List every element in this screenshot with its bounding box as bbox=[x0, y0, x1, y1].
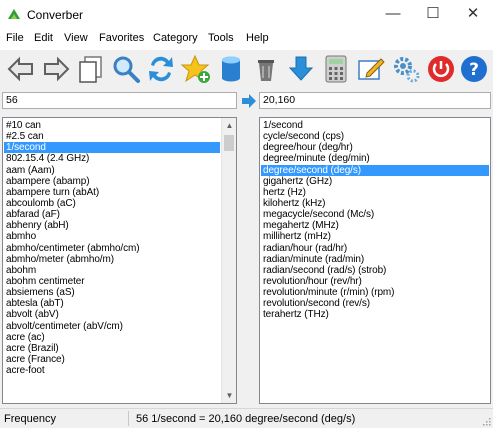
menu-help[interactable]: Help bbox=[246, 32, 269, 44]
to-units-list[interactable]: 1/second cycle/second (cps) degree/hour (d… bbox=[259, 117, 491, 404]
help-icon[interactable]: ? bbox=[458, 53, 490, 85]
trash-icon[interactable] bbox=[250, 53, 282, 85]
scroll-up-icon[interactable]: ▲ bbox=[222, 118, 236, 133]
convert-arrow-icon[interactable] bbox=[241, 94, 257, 108]
to-unit-list-item[interactable]: terahertz (THz) bbox=[261, 309, 489, 320]
from-unit-list-item[interactable]: 1/second bbox=[4, 142, 220, 154]
to-unit-list-item[interactable]: revolution/hour (rev/hr) bbox=[261, 276, 489, 287]
to-unit-list-item[interactable]: 1/second bbox=[261, 120, 489, 131]
from-unit-list-item[interactable]: abohm bbox=[4, 265, 220, 276]
search-icon[interactable] bbox=[110, 53, 142, 85]
from-unit-list-item[interactable]: absiemens (aS) bbox=[4, 287, 220, 298]
menu-category[interactable]: Category bbox=[153, 32, 198, 44]
to-unit-list-item[interactable]: hertz (Hz) bbox=[261, 187, 489, 198]
from-unit-list-item[interactable]: abmho/meter (abmho/m) bbox=[4, 254, 220, 265]
to-unit-list-item[interactable]: radian/hour (rad/hr) bbox=[261, 243, 489, 254]
from-unit-list-item[interactable]: abvolt/centimeter (abV/cm) bbox=[4, 321, 220, 332]
from-unit-list-item[interactable]: abampere turn (abAt) bbox=[4, 187, 220, 198]
to-unit-list-item[interactable]: degree/minute (deg/min) bbox=[261, 153, 489, 164]
window-title: Converber bbox=[27, 8, 84, 22]
from-unit-list-item[interactable]: 802.15.4 (2.4 GHz) bbox=[4, 153, 220, 164]
close-button[interactable]: ✕ bbox=[453, 0, 493, 30]
menu-view[interactable]: View bbox=[64, 32, 88, 44]
download-icon[interactable] bbox=[285, 53, 317, 85]
calculator-icon[interactable] bbox=[320, 53, 352, 85]
scroll-thumb[interactable] bbox=[224, 135, 234, 151]
from-unit-list-item[interactable]: abampere (abamp) bbox=[4, 176, 220, 187]
menu-edit[interactable]: Edit bbox=[34, 32, 53, 44]
to-unit-list-item[interactable]: megahertz (MHz) bbox=[261, 220, 489, 231]
maximize-button[interactable]: ☐ bbox=[413, 0, 453, 30]
to-unit-list-item[interactable]: radian/second (rad/s) (strob) bbox=[261, 265, 489, 276]
status-result: 56 1/second = 20,160 degree/second (deg/… bbox=[136, 413, 356, 425]
to-unit-list-item[interactable]: radian/minute (rad/min) bbox=[261, 254, 489, 265]
from-unit-list-item[interactable]: abhenry (abH) bbox=[4, 220, 220, 231]
from-list-scrollbar[interactable]: ▲ ▼ bbox=[221, 118, 236, 403]
from-unit-list-item[interactable]: #10 can bbox=[4, 120, 220, 131]
from-units-list[interactable]: #10 can #2.5 can 1/second 802.15.4 (2.4 GHz… bbox=[2, 117, 237, 404]
from-unit-list-item[interactable]: abfarad (aF) bbox=[4, 209, 220, 220]
copy-icon[interactable] bbox=[75, 53, 107, 85]
to-unit-list-item[interactable]: megacycle/second (Mc/s) bbox=[261, 209, 489, 220]
from-unit-list-item[interactable]: acre (France) bbox=[4, 354, 220, 365]
from-unit-list-item[interactable]: abmho bbox=[4, 231, 220, 242]
menu-tools[interactable]: Tools bbox=[208, 32, 234, 44]
from-unit-list-item[interactable]: acre (Brazil) bbox=[4, 343, 220, 354]
svg-text:?: ? bbox=[469, 60, 479, 80]
power-icon[interactable] bbox=[425, 53, 457, 85]
to-value-input[interactable]: 20,160 bbox=[259, 92, 491, 109]
from-value-input[interactable]: 56 bbox=[2, 92, 237, 109]
to-unit-list-item[interactable]: degree/hour (deg/hr) bbox=[261, 142, 489, 153]
to-unit-list-item[interactable]: cycle/second (cps) bbox=[261, 131, 489, 142]
scroll-down-icon[interactable]: ▼ bbox=[222, 388, 236, 403]
title-bar: Converber — ☐ ✕ bbox=[0, 0, 493, 30]
from-unit-list-item[interactable]: abohm centimeter bbox=[4, 276, 220, 287]
from-unit-list-item[interactable]: acre (ac) bbox=[4, 332, 220, 343]
settings-gear-icon[interactable] bbox=[390, 53, 422, 85]
to-unit-list-item[interactable]: revolution/second (rev/s) bbox=[261, 298, 489, 309]
to-unit-list-item[interactable]: millihertz (mHz) bbox=[261, 231, 489, 242]
to-unit-list-item[interactable]: gigahertz (GHz) bbox=[261, 176, 489, 187]
menu-favorites[interactable]: Favorites bbox=[99, 32, 144, 44]
edit-icon[interactable] bbox=[355, 53, 387, 85]
back-arrow-icon[interactable] bbox=[5, 53, 37, 85]
resize-grip-icon[interactable] bbox=[481, 416, 491, 426]
from-unit-list-item[interactable]: acre-foot bbox=[4, 365, 220, 376]
menu-bar: File Edit View Favorites Category Tools Help bbox=[0, 30, 493, 50]
from-unit-list-item[interactable]: abmho/centimeter (abmho/cm) bbox=[4, 243, 220, 254]
favorite-star-icon[interactable] bbox=[180, 53, 212, 85]
from-unit-list-item[interactable]: #2.5 can bbox=[4, 131, 220, 142]
minimize-button[interactable]: — bbox=[373, 0, 413, 30]
from-unit-list-item[interactable]: aam (Aam) bbox=[4, 165, 220, 176]
to-unit-list-item[interactable]: revolution/minute (r/min) (rpm) bbox=[261, 287, 489, 298]
status-category: Frequency bbox=[4, 413, 56, 425]
toolbar: ? bbox=[0, 50, 493, 88]
from-unit-list-item[interactable]: abtesla (abT) bbox=[4, 298, 220, 309]
from-unit-list-item[interactable]: abvolt (abV) bbox=[4, 309, 220, 320]
app-logo-icon bbox=[8, 9, 20, 19]
menu-file[interactable]: File bbox=[6, 32, 24, 44]
status-bar: Frequency 56 1/second = 20,160 degree/se… bbox=[0, 408, 493, 428]
database-icon[interactable] bbox=[215, 53, 247, 85]
status-divider bbox=[128, 411, 129, 426]
forward-arrow-icon[interactable] bbox=[40, 53, 72, 85]
from-unit-list-item[interactable]: abcoulomb (aC) bbox=[4, 198, 220, 209]
to-unit-list-item[interactable]: kilohertz (kHz) bbox=[261, 198, 489, 209]
swap-icon[interactable] bbox=[145, 53, 177, 85]
to-unit-list-item[interactable]: degree/second (deg/s) bbox=[261, 164, 489, 176]
